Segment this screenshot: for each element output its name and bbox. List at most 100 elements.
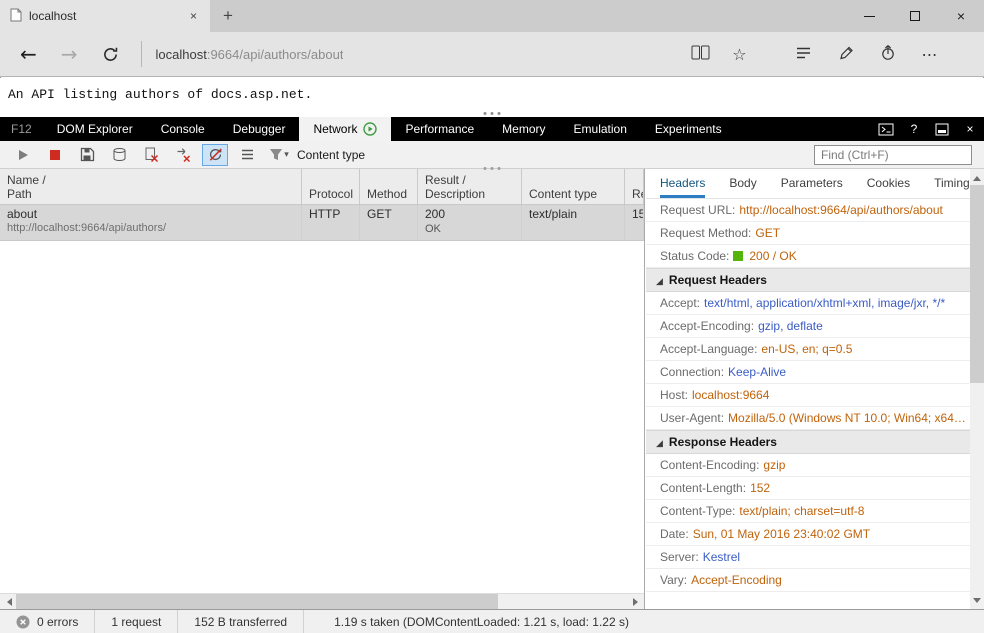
horizontal-scroll-thumb[interactable] <box>16 594 498 609</box>
maximize-button[interactable] <box>892 0 938 32</box>
always-refresh-from-server-button[interactable] <box>202 144 228 166</box>
status-code-value: 200 / OK <box>749 249 796 263</box>
clear-entries-on-navigate-button[interactable] <box>170 144 196 166</box>
tab-parameters[interactable]: Parameters <box>781 169 843 198</box>
play-icon <box>16 148 30 162</box>
tab-body[interactable]: Body <box>729 169 756 198</box>
header-row-connection: Connection:Keep-Alive <box>646 361 970 384</box>
response-headers-section[interactable]: ◢Response Headers <box>646 430 970 454</box>
vertical-scrollbar[interactable] <box>970 169 984 609</box>
stop-profiling-button[interactable] <box>42 144 68 166</box>
list-icon <box>240 148 255 161</box>
help-button[interactable]: ? <box>900 117 928 141</box>
show-console-icon <box>878 123 894 136</box>
tab-debugger[interactable]: Debugger <box>219 117 300 141</box>
header-row-request-url: Request URL:http://localhost:9664/api/au… <box>646 199 970 222</box>
header-row-status-code: Status Code:200 / OK <box>646 245 970 268</box>
start-profiling-button[interactable] <box>10 144 36 166</box>
favorite-star-button[interactable]: ☆ <box>732 45 746 64</box>
header-row-host: Host:localhost:9664 <box>646 384 970 407</box>
share-button[interactable] <box>880 44 896 64</box>
browser-tab[interactable]: localhost × <box>0 0 210 32</box>
hub-button[interactable] <box>795 46 812 63</box>
clear-cookies-icon <box>144 147 159 162</box>
maximize-icon <box>910 11 920 21</box>
column-received[interactable]: Re <box>625 169 644 204</box>
table-header: Name / Path Protocol Method Result / Des… <box>0 169 644 205</box>
toggle-details-button[interactable] <box>234 144 260 166</box>
clear-cookies-button[interactable] <box>138 144 164 166</box>
column-method[interactable]: Method <box>360 169 418 204</box>
web-note-button[interactable] <box>838 45 854 64</box>
column-result-description[interactable]: Result / Description <box>418 169 522 204</box>
browser-window: localhost × + × ← → localhost:9664/api/a… <box>0 0 984 633</box>
tab-memory[interactable]: Memory <box>488 117 559 141</box>
tab-console[interactable]: Console <box>147 117 219 141</box>
address-bar[interactable]: localhost:9664/api/authors/about ☆ <box>141 41 761 67</box>
scroll-left-button[interactable] <box>0 594 16 610</box>
header-row-accept-language: Accept-Language:en-US, en; q=0.5 <box>646 338 970 361</box>
tab-emulation[interactable]: Emulation <box>560 117 641 141</box>
dock-icon <box>935 123 949 136</box>
page-body-text: An API listing authors of docs.asp.net. <box>0 78 984 111</box>
request-path: http://localhost:9664/api/authors/ <box>7 222 294 234</box>
timing-status: 1.19 s taken (DOMContentLoaded: 1.21 s, … <box>304 610 645 633</box>
tab-cookies[interactable]: Cookies <box>867 169 910 198</box>
web-note-icon <box>838 45 854 61</box>
header-row-request-method: Request Method:GET <box>646 222 970 245</box>
always-refresh-icon <box>208 147 223 162</box>
reading-view-button[interactable] <box>691 45 710 63</box>
find-input[interactable] <box>814 145 972 165</box>
export-har-button[interactable] <box>74 144 100 166</box>
clear-cache-button[interactable] <box>106 144 132 166</box>
scroll-left-icon <box>3 598 12 606</box>
network-main: Name / Path Protocol Method Result / Des… <box>0 169 984 609</box>
scroll-up-icon <box>973 172 981 181</box>
devtools-splitter[interactable] <box>484 112 501 115</box>
content-type-filter-label[interactable]: Content type <box>297 148 365 162</box>
tab-dom-explorer[interactable]: DOM Explorer <box>43 117 147 141</box>
scroll-down-button[interactable] <box>970 593 984 609</box>
back-button[interactable]: ← <box>8 44 49 64</box>
devtools-menubar: F12 DOM Explorer Console Debugger Networ… <box>0 117 984 141</box>
column-protocol[interactable]: Protocol <box>302 169 360 204</box>
request-headers-section[interactable]: ◢Request Headers <box>646 268 970 292</box>
header-row-content-length: Content-Length:152 <box>646 477 970 500</box>
show-console-button[interactable] <box>872 117 900 141</box>
minimize-button[interactable] <box>846 0 892 32</box>
scroll-right-button[interactable] <box>628 594 644 610</box>
devtools-close-button[interactable]: × <box>956 117 984 141</box>
request-details-panel: Headers Body Parameters Cookies Timings … <box>646 169 970 609</box>
refresh-button[interactable] <box>90 46 131 63</box>
network-toolbar: ▾ Content type <box>0 141 984 169</box>
horizontal-scrollbar[interactable] <box>0 593 644 609</box>
new-tab-button[interactable]: + <box>210 0 246 32</box>
scroll-up-button[interactable] <box>970 169 984 185</box>
more-actions-button[interactable]: ⋯ <box>922 45 939 64</box>
vertical-scroll-thumb[interactable] <box>970 185 984 383</box>
refresh-icon <box>102 46 119 63</box>
header-row-user-agent: User-Agent:Mozilla/5.0 (Windows NT 10.0;… <box>646 407 970 430</box>
column-content-type[interactable]: Content type <box>522 169 625 204</box>
tab-network-label: Network <box>313 122 357 136</box>
close-button[interactable]: × <box>938 0 984 32</box>
tab-experiments[interactable]: Experiments <box>641 117 736 141</box>
result-description: OK <box>425 223 514 235</box>
unpin-button[interactable] <box>928 117 956 141</box>
table-row[interactable]: about http://localhost:9664/api/authors/… <box>0 205 644 241</box>
save-icon <box>80 147 95 162</box>
tab-headers[interactable]: Headers <box>660 169 705 198</box>
details-tabs: Headers Body Parameters Cookies Timings <box>646 169 970 199</box>
page-content: An API listing authors of docs.asp.net. <box>0 78 984 117</box>
tab-close-icon[interactable]: × <box>187 9 200 23</box>
clear-on-navigate-icon <box>176 147 191 162</box>
content-type-filter-button[interactable]: ▾ <box>266 144 292 166</box>
tab-performance[interactable]: Performance <box>391 117 488 141</box>
errors-status[interactable]: 0 errors <box>0 610 95 633</box>
column-name-path[interactable]: Name / Path <box>0 169 302 204</box>
forward-button[interactable]: → <box>49 44 90 64</box>
tab-network[interactable]: Network <box>299 117 391 141</box>
cell-result: 200 OK <box>418 205 522 240</box>
profiling-active-icon <box>363 122 377 136</box>
toolbar-grip <box>484 167 501 170</box>
